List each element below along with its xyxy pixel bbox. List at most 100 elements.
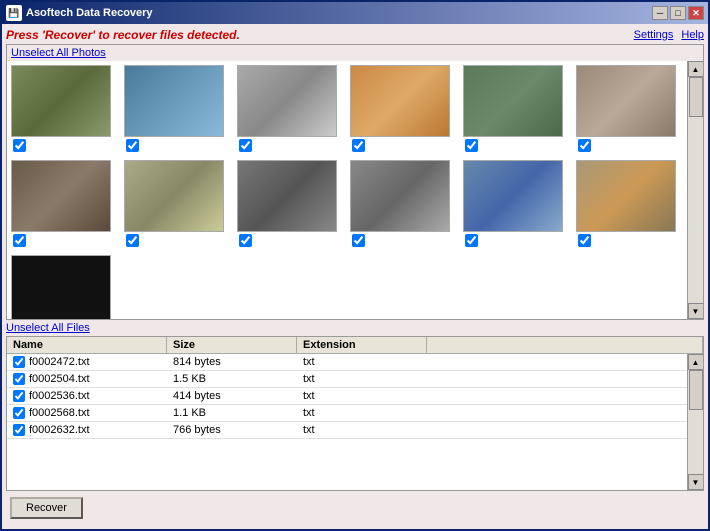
photo-thumbnail bbox=[237, 65, 337, 137]
file-name-text: f0002568.txt bbox=[29, 407, 90, 419]
col-header-size: Size bbox=[167, 337, 297, 353]
top-bar: Press 'Recover' to recover files detecte… bbox=[6, 28, 704, 42]
photo-select-checkbox[interactable] bbox=[352, 139, 365, 152]
file-select-checkbox[interactable] bbox=[13, 390, 25, 402]
file-extension-cell: txt bbox=[297, 371, 427, 387]
photo-thumbnail bbox=[463, 65, 563, 137]
file-name-cell: f0002472.txt bbox=[7, 354, 167, 370]
window-title: Asoftech Data Recovery bbox=[26, 7, 153, 19]
recover-button[interactable]: Recover bbox=[10, 497, 83, 519]
photo-item bbox=[124, 65, 229, 152]
unselect-files-bar: Unselect All Files bbox=[6, 320, 704, 336]
help-link[interactable]: Help bbox=[681, 29, 704, 41]
photo-item bbox=[576, 160, 681, 247]
photo-select-checkbox[interactable] bbox=[578, 139, 591, 152]
file-size-cell: 1.5 KB bbox=[167, 371, 297, 387]
file-extra-cell bbox=[427, 377, 687, 381]
top-links: Settings Help bbox=[634, 29, 704, 41]
table-row: f0002472.txt814 bytestxt bbox=[7, 354, 687, 371]
main-content: Press 'Recover' to recover files detecte… bbox=[2, 24, 708, 529]
file-scrollbar[interactable]: ▲ ▼ bbox=[687, 354, 703, 490]
photo-select-checkbox[interactable] bbox=[578, 234, 591, 247]
minimize-button[interactable]: ─ bbox=[652, 6, 668, 20]
photo-item bbox=[124, 160, 229, 247]
table-row: f0002632.txt766 bytestxt bbox=[7, 422, 687, 439]
photo-select-checkbox[interactable] bbox=[465, 139, 478, 152]
scroll-track[interactable] bbox=[688, 77, 703, 303]
photo-thumbnail bbox=[124, 65, 224, 137]
file-select-checkbox[interactable] bbox=[13, 407, 25, 419]
photo-item bbox=[463, 160, 568, 247]
title-bar: 💾 Asoftech Data Recovery ─ □ ✕ bbox=[2, 2, 708, 24]
photo-thumbnail bbox=[11, 160, 111, 232]
file-name-cell: f0002504.txt bbox=[7, 371, 167, 387]
photo-select-checkbox[interactable] bbox=[465, 234, 478, 247]
photo-panel: Unselect All Photos ▲ ▼ bbox=[6, 44, 704, 320]
file-table-body: f0002472.txt814 bytestxtf0002504.txt1.5 … bbox=[7, 354, 687, 490]
photo-thumbnail bbox=[124, 160, 224, 232]
maximize-button[interactable]: □ bbox=[670, 6, 686, 20]
file-select-checkbox[interactable] bbox=[13, 356, 25, 368]
photo-item bbox=[576, 65, 681, 152]
col-header-name: Name bbox=[7, 337, 167, 353]
photo-thumbnail bbox=[350, 160, 450, 232]
file-table-wrapper: f0002472.txt814 bytestxtf0002504.txt1.5 … bbox=[7, 354, 703, 490]
photo-scrollbar[interactable]: ▲ ▼ bbox=[687, 61, 703, 319]
photo-select-checkbox[interactable] bbox=[126, 139, 139, 152]
file-select-checkbox[interactable] bbox=[13, 424, 25, 436]
photo-select-checkbox[interactable] bbox=[239, 139, 252, 152]
file-name-cell: f0002536.txt bbox=[7, 388, 167, 404]
photo-select-checkbox[interactable] bbox=[13, 139, 26, 152]
file-extra-cell bbox=[427, 428, 687, 432]
window-controls: ─ □ ✕ bbox=[652, 6, 704, 20]
close-button[interactable]: ✕ bbox=[688, 6, 704, 20]
file-extra-cell bbox=[427, 394, 687, 398]
file-size-cell: 766 bytes bbox=[167, 422, 297, 438]
unselect-all-files-link[interactable]: Unselect All Files bbox=[6, 322, 90, 334]
file-name-text: f0002504.txt bbox=[29, 373, 90, 385]
photo-item bbox=[237, 160, 342, 247]
scroll-down-button[interactable]: ▼ bbox=[688, 303, 704, 319]
col-header-extra bbox=[427, 337, 703, 353]
photo-thumbnail bbox=[11, 255, 111, 319]
main-window: 💾 Asoftech Data Recovery ─ □ ✕ Press 'Re… bbox=[0, 0, 710, 531]
file-name-cell: f0002632.txt bbox=[7, 422, 167, 438]
table-row: f0002568.txt 1.1 KBtxt bbox=[7, 405, 687, 422]
photo-item bbox=[237, 65, 342, 152]
photo-thumbnail bbox=[576, 65, 676, 137]
photo-thumbnail bbox=[11, 65, 111, 137]
file-scroll-up-button[interactable]: ▲ bbox=[688, 354, 704, 370]
photo-item bbox=[11, 160, 116, 247]
photo-grid bbox=[11, 65, 683, 319]
file-extra-cell bbox=[427, 360, 687, 364]
photo-select-checkbox[interactable] bbox=[126, 234, 139, 247]
file-scroll-down-button[interactable]: ▼ bbox=[688, 474, 704, 490]
bottom-bar: Recover bbox=[6, 491, 704, 525]
file-name-text: f0002536.txt bbox=[29, 390, 90, 402]
file-size-cell: 414 bytes bbox=[167, 388, 297, 404]
table-row: f0002536.txt414 bytestxt bbox=[7, 388, 687, 405]
photo-grid-container bbox=[7, 61, 687, 319]
file-scroll-track[interactable] bbox=[688, 370, 703, 474]
file-scroll-thumb[interactable] bbox=[689, 370, 703, 410]
file-extension-cell: txt bbox=[297, 405, 427, 421]
file-table-header: Name Size Extension bbox=[7, 337, 703, 354]
scroll-up-button[interactable]: ▲ bbox=[688, 61, 704, 77]
file-name-text: f0002472.txt bbox=[29, 356, 90, 368]
unselect-photos-bar: Unselect All Photos bbox=[7, 45, 703, 61]
photo-select-checkbox[interactable] bbox=[352, 234, 365, 247]
photo-item bbox=[11, 65, 116, 152]
photo-select-checkbox[interactable] bbox=[239, 234, 252, 247]
settings-link[interactable]: Settings bbox=[634, 29, 674, 41]
file-panel: Name Size Extension f0002472.txt 814 byte… bbox=[6, 336, 704, 491]
photo-select-checkbox[interactable] bbox=[13, 234, 26, 247]
photo-thumbnail bbox=[463, 160, 563, 232]
file-size-cell: 1.1 KB bbox=[167, 405, 297, 421]
photo-thumbnail bbox=[350, 65, 450, 137]
file-name-cell: f0002568.txt bbox=[7, 405, 167, 421]
file-size-cell: 814 bytes bbox=[167, 354, 297, 370]
scroll-thumb[interactable] bbox=[689, 77, 703, 117]
unselect-all-photos-link[interactable]: Unselect All Photos bbox=[11, 47, 106, 59]
file-select-checkbox[interactable] bbox=[13, 373, 25, 385]
recover-prompt: Press 'Recover' to recover files detecte… bbox=[6, 28, 240, 42]
